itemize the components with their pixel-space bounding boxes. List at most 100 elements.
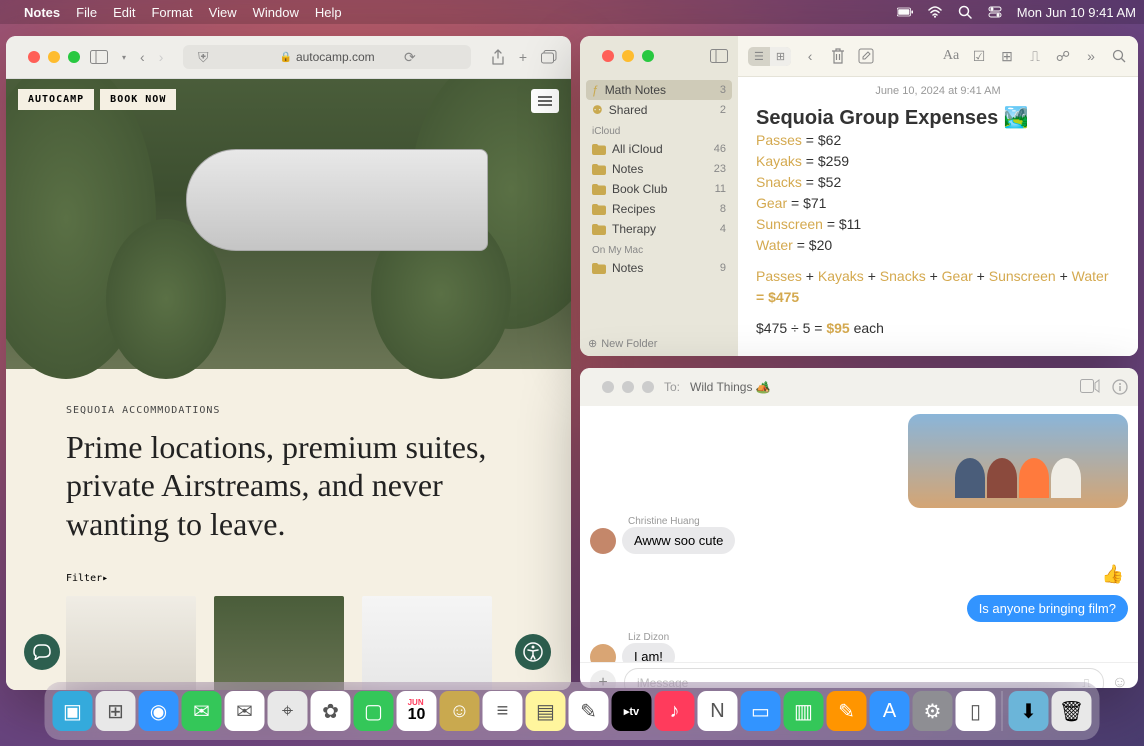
close-button[interactable] <box>28 51 40 63</box>
menu-window[interactable]: Window <box>253 5 299 20</box>
close-button[interactable] <box>602 381 614 393</box>
folder-item[interactable]: Notes23 <box>586 159 732 179</box>
sidebar-toggle-icon[interactable] <box>710 49 728 63</box>
message-bubble[interactable]: Awww soo cute <box>622 527 735 554</box>
dock-safari-icon[interactable]: ◉ <box>139 691 179 731</box>
maximize-button[interactable] <box>642 381 654 393</box>
search-icon[interactable] <box>1110 47 1128 65</box>
checklist-icon[interactable]: ☑ <box>970 47 988 65</box>
minimize-button[interactable] <box>622 50 634 62</box>
dock-reminders-icon[interactable]: ≡ <box>483 691 523 731</box>
conversation[interactable]: Christine Huang Awww soo cute 👍 Is anyon… <box>580 406 1138 662</box>
logo-badge[interactable]: AUTOCAMP <box>18 89 94 110</box>
hamburger-menu[interactable] <box>531 89 559 113</box>
dock-launchpad-icon[interactable]: ⊞ <box>96 691 136 731</box>
dock-trash-icon[interactable]: 🗑 <box>1052 691 1092 731</box>
menu-file[interactable]: File <box>76 5 97 20</box>
new-tab-icon[interactable]: + <box>515 49 531 65</box>
folder-item[interactable]: Book Club11 <box>586 179 732 199</box>
table-icon[interactable]: ⊞ <box>998 47 1016 65</box>
dock-calendar-icon[interactable]: JUN10 <box>397 691 437 731</box>
dock-facetime-icon[interactable]: ▢ <box>354 691 394 731</box>
note-content[interactable]: Passes = $62Kayaks = $259Snacks = $52Gea… <box>756 130 1120 256</box>
reaction-emoji[interactable]: 👍 <box>1102 564 1124 585</box>
back-icon[interactable]: ‹ <box>801 47 819 65</box>
folder-item[interactable]: All iCloud46 <box>586 139 732 159</box>
dock-downloads-icon[interactable]: ⬇ <box>1009 691 1049 731</box>
maximize-button[interactable] <box>642 50 654 62</box>
dock-finder-icon[interactable]: ▣ <box>53 691 93 731</box>
conversation-name[interactable]: Wild Things 🏕️ <box>690 380 771 394</box>
accommodation-thumb[interactable] <box>66 596 196 690</box>
emoji-picker-icon[interactable]: ☺ <box>1112 674 1128 688</box>
view-mode-toggle[interactable]: ☰ ⊞ <box>748 47 791 66</box>
link-icon[interactable]: ☍ <box>1054 47 1072 65</box>
back-button[interactable]: ‹ <box>136 49 149 65</box>
menubar-clock[interactable]: Mon Jun 10 9:41 AM <box>1017 5 1136 20</box>
sidebar-toggle-icon[interactable] <box>86 50 112 64</box>
new-note-icon[interactable] <box>857 47 875 65</box>
new-folder-button[interactable]: ⊕New Folder <box>588 337 657 350</box>
dock-settings-icon[interactable]: ⚙ <box>913 691 953 731</box>
dock-iphone-icon[interactable]: ▯ <box>956 691 996 731</box>
share-icon[interactable] <box>487 49 509 65</box>
grid-view-icon[interactable]: ⊞ <box>770 47 791 66</box>
address-bar[interactable]: ⛨ 🔒 autocamp.com ⟳ <box>183 45 470 69</box>
tabs-icon[interactable] <box>537 50 561 64</box>
dock-music-icon[interactable]: ♪ <box>655 691 695 731</box>
audio-icon[interactable]: ⎍ <box>1026 47 1044 65</box>
close-button[interactable] <box>602 50 614 62</box>
message-bubble[interactable]: I am! <box>622 643 675 662</box>
dock-photos-icon[interactable]: ✿ <box>311 691 351 731</box>
note-title[interactable]: Sequoia Group Expenses 🏞️ <box>756 105 1120 130</box>
accessibility-icon[interactable] <box>515 634 551 670</box>
app-menu[interactable]: Notes <box>24 5 60 20</box>
filter-button[interactable]: Filter▸ <box>66 573 511 584</box>
photo-attachment[interactable] <box>908 414 1128 508</box>
menu-help[interactable]: Help <box>315 5 342 20</box>
dock-appstore-icon[interactable]: A <box>870 691 910 731</box>
folder-item[interactable]: ⚉Shared2 <box>586 100 732 120</box>
dock-contacts-icon[interactable]: ☺ <box>440 691 480 731</box>
dock-pages-icon[interactable]: ✎ <box>827 691 867 731</box>
avatar[interactable] <box>590 528 616 554</box>
dock-maps-icon[interactable]: ⌖ <box>268 691 308 731</box>
book-now-button[interactable]: BOOK NOW <box>100 89 176 110</box>
folder-item[interactable]: Therapy4 <box>586 219 732 239</box>
chat-widget-icon[interactable] <box>24 634 60 670</box>
dock-news-icon[interactable]: N <box>698 691 738 731</box>
folder-item[interactable]: ƒMath Notes3 <box>586 80 732 100</box>
spotlight-icon[interactable] <box>957 4 973 20</box>
dock-numbers-icon[interactable]: ▥ <box>784 691 824 731</box>
list-view-icon[interactable]: ☰ <box>748 47 770 66</box>
dock-mail-icon[interactable]: ✉ <box>225 691 265 731</box>
avatar[interactable] <box>590 644 616 662</box>
forward-button[interactable]: › <box>155 49 168 65</box>
dock-tv-icon[interactable]: ▸tv <box>612 691 652 731</box>
folder-item[interactable]: Notes9 <box>586 258 732 278</box>
menu-format[interactable]: Format <box>151 5 192 20</box>
dock-notes-icon[interactable]: ▤ <box>526 691 566 731</box>
accommodation-thumb[interactable] <box>214 596 344 690</box>
minimize-button[interactable] <box>48 51 60 63</box>
menu-view[interactable]: View <box>209 5 237 20</box>
chevron-down-icon[interactable]: ▾ <box>118 53 130 62</box>
dock-freeform-icon[interactable]: ✎ <box>569 691 609 731</box>
format-icon[interactable]: Aa <box>942 47 960 65</box>
accommodation-thumb[interactable] <box>362 596 492 690</box>
battery-icon[interactable] <box>897 4 913 20</box>
control-center-icon[interactable] <box>987 4 1003 20</box>
more-icon[interactable]: » <box>1082 47 1100 65</box>
maximize-button[interactable] <box>68 51 80 63</box>
dock-messages-icon[interactable]: ✉ <box>182 691 222 731</box>
facetime-icon[interactable] <box>1080 379 1100 395</box>
folder-item[interactable]: Recipes8 <box>586 199 732 219</box>
info-icon[interactable] <box>1112 379 1128 395</box>
delete-icon[interactable] <box>829 47 847 65</box>
menu-edit[interactable]: Edit <box>113 5 135 20</box>
dock-keynote-icon[interactable]: ▭ <box>741 691 781 731</box>
reload-icon[interactable]: ⟳ <box>400 49 420 66</box>
wifi-icon[interactable] <box>927 4 943 20</box>
minimize-button[interactable] <box>622 381 634 393</box>
message-bubble[interactable]: Is anyone bringing film? <box>967 595 1128 622</box>
